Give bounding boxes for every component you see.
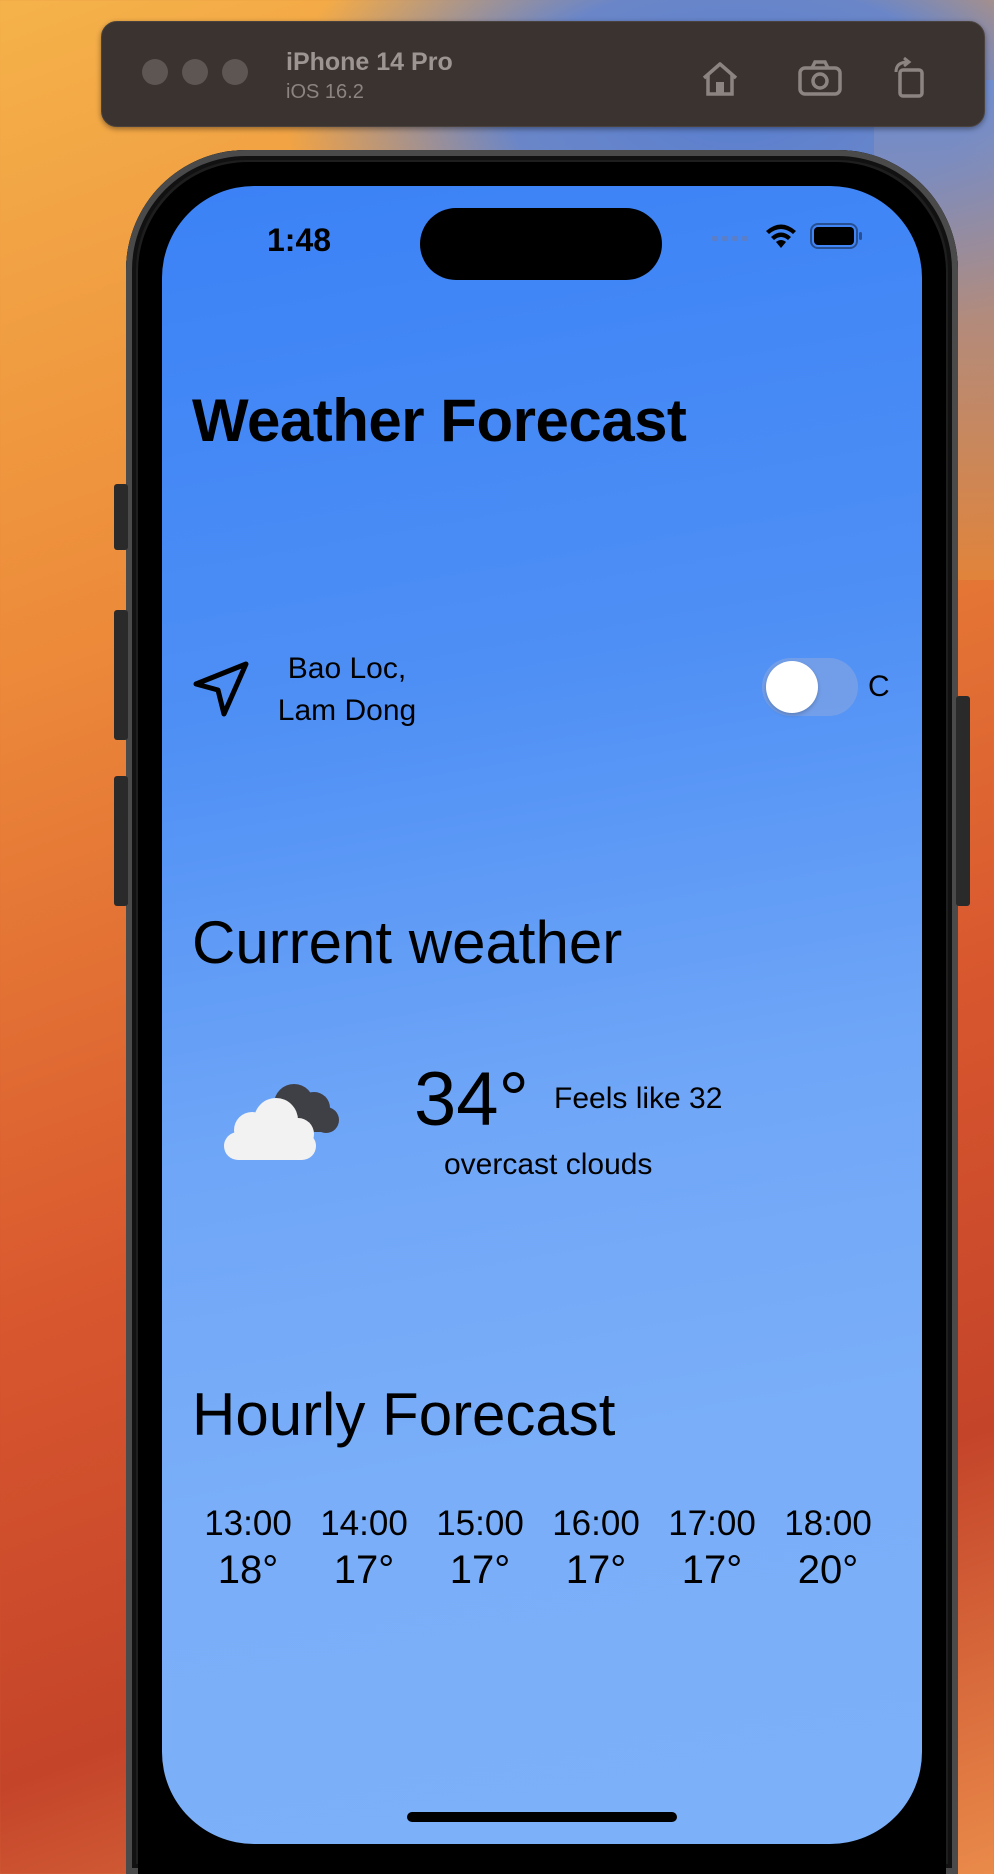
hourly-temp: 20° (797, 1548, 859, 1592)
hourly-time: 13:00 (204, 1504, 292, 1543)
hourly-time: 14:00 (320, 1504, 408, 1543)
os-version: iOS 16.2 (286, 81, 364, 103)
cellular-icon (712, 236, 748, 241)
hourly-temp: 17° (333, 1548, 395, 1592)
current-temperature: 34° (414, 1057, 529, 1142)
home-icon (702, 62, 738, 96)
location-city: Bao Loc, (287, 652, 407, 685)
hourly-item: 18:00 20° (770, 1502, 886, 1594)
battery-icon (810, 223, 862, 249)
screenshot-icon (798, 60, 842, 96)
hourly-time: 18:00 (784, 1504, 872, 1543)
rotate-icon (894, 56, 924, 98)
wifi-icon (766, 224, 796, 248)
zoom-window-button[interactable] (222, 59, 248, 85)
hourly-list[interactable]: 13:00 18° 14:00 17° 15:00 17° 16:00 17° … (190, 1502, 886, 1594)
hourly-item: 14:00 17° (306, 1502, 422, 1594)
feels-like: Feels like 32 (554, 1082, 723, 1115)
screenshot-button[interactable] (796, 56, 844, 100)
unit-toggle[interactable] (762, 658, 858, 716)
power-button (956, 696, 970, 906)
hourly-item: 15:00 17° (422, 1502, 538, 1594)
cloud-icon (224, 1084, 339, 1160)
hourly-temp: 17° (449, 1548, 511, 1592)
home-button[interactable] (696, 56, 744, 100)
volume-up-button (114, 610, 128, 740)
toggle-knob (766, 661, 818, 713)
location-label: Bao Loc, Lam Dong (262, 648, 432, 732)
minimize-window-button[interactable] (182, 59, 208, 85)
location-arrow-icon[interactable] (192, 660, 250, 718)
home-indicator[interactable] (407, 1812, 677, 1822)
hourly-temp: 17° (565, 1548, 627, 1592)
dynamic-island (420, 208, 662, 280)
hourly-item: 16:00 17° (538, 1502, 654, 1594)
rotate-button[interactable] (886, 56, 934, 100)
hourly-forecast-heading: Hourly Forecast (192, 1381, 616, 1448)
status-icons (712, 222, 864, 250)
hourly-time: 17:00 (668, 1504, 756, 1543)
app-screen: 1:48 Weather Forecast Bao Loc, Lam Dong … (162, 186, 922, 1844)
action-button (114, 484, 128, 550)
weather-description: overcast clouds (444, 1148, 653, 1181)
close-window-button[interactable] (142, 59, 168, 85)
location-region: Lam Dong (277, 694, 417, 727)
unit-label: C (868, 670, 890, 703)
hourly-item: 17:00 17° (654, 1502, 770, 1594)
hourly-item: 13:00 18° (190, 1502, 306, 1594)
hourly-time: 15:00 (436, 1504, 524, 1543)
device-name: iPhone 14 Pro (286, 48, 453, 76)
simulator-toolbar: iPhone 14 Pro iOS 16.2 (101, 21, 985, 127)
hourly-time: 16:00 (552, 1504, 640, 1543)
hourly-temp: 18° (217, 1548, 279, 1592)
current-weather-heading: Current weather (192, 909, 623, 976)
hourly-temp: 17° (681, 1548, 743, 1592)
volume-down-button (114, 776, 128, 906)
status-time: 1:48 (267, 222, 332, 258)
page-title: Weather Forecast (192, 387, 687, 454)
